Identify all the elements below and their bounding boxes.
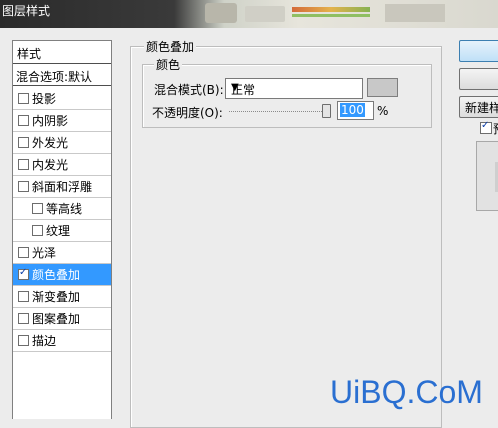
blend-mode-label: 混合模式(B): — [154, 83, 224, 97]
style-checkbox[interactable] — [18, 115, 29, 126]
style-item-contour[interactable]: 等高线 — [13, 198, 111, 220]
style-item-outer-glow[interactable]: 外发光 — [13, 132, 111, 154]
background-thumbnail — [385, 4, 445, 22]
blend-options-item[interactable]: 混合选项:默认 — [13, 65, 111, 86]
style-checkbox[interactable] — [18, 93, 29, 104]
group-title: 颜色 — [154, 56, 183, 73]
opacity-label: 不透明度(O): — [152, 106, 223, 120]
ok-button[interactable] — [459, 40, 498, 62]
title-bar: 图层样式 — [0, 0, 498, 28]
preview-checkbox[interactable] — [480, 120, 492, 134]
style-item-label: 颜色叠加 — [32, 268, 81, 282]
style-item-inner-shadow[interactable]: 内阴影 — [13, 110, 111, 132]
style-item-inner-glow[interactable]: 内发光 — [13, 154, 111, 176]
style-item-label: 渐变叠加 — [32, 290, 81, 304]
style-item-pattern-overlay[interactable]: 图案叠加 — [13, 308, 111, 330]
style-checkbox[interactable] — [18, 159, 29, 170]
blend-mode-select[interactable]: 正常 ▼ — [225, 78, 363, 99]
style-preview — [476, 141, 498, 211]
style-item-label: 纹理 — [46, 224, 71, 238]
opacity-value: 100 — [340, 103, 365, 117]
style-item-label: 图案叠加 — [32, 312, 81, 326]
style-item-bevel-emboss[interactable]: 斜面和浮雕 — [13, 176, 111, 198]
opacity-slider-track[interactable] — [229, 111, 328, 113]
style-checkbox[interactable] — [18, 291, 29, 302]
style-checkbox[interactable] — [18, 267, 29, 280]
background-thumbnail — [205, 3, 237, 23]
style-checkbox[interactable] — [18, 247, 29, 258]
style-item-label: 描边 — [32, 334, 57, 348]
new-style-button[interactable]: 新建样 — [459, 96, 498, 118]
preview-label: 预 — [493, 120, 498, 137]
cancel-button[interactable] — [459, 68, 498, 90]
style-checkbox[interactable] — [18, 137, 29, 148]
style-item-label: 投影 — [32, 92, 57, 106]
opacity-slider-handle[interactable] — [322, 104, 331, 118]
style-item-satin[interactable]: 光泽 — [13, 242, 111, 264]
site-watermark: UiBQ.CoM — [330, 374, 483, 410]
style-checkbox[interactable] — [18, 313, 29, 324]
background-thumbnail — [245, 6, 285, 22]
style-item-label: 斜面和浮雕 — [32, 180, 93, 194]
style-item-label: 等高线 — [46, 202, 83, 216]
styles-list: 样式 混合选项:默认 投影 内阴影 外发光 内发光 斜面和浮雕 等高线 纹理 光… — [12, 40, 112, 419]
overlay-color-swatch[interactable] — [367, 78, 398, 97]
style-checkbox[interactable] — [18, 335, 29, 346]
style-item-label: 光泽 — [32, 246, 57, 260]
window-title: 图层样式 — [2, 4, 51, 18]
background-color-bar — [292, 7, 370, 12]
style-item-drop-shadow[interactable]: 投影 — [13, 88, 111, 110]
style-item-label: 内阴影 — [32, 114, 69, 128]
style-item-color-overlay[interactable]: 颜色叠加 — [13, 264, 111, 286]
style-checkbox[interactable] — [32, 203, 43, 214]
style-checkbox[interactable] — [18, 181, 29, 192]
style-item-label: 外发光 — [32, 136, 69, 150]
new-style-label: 新建样 — [465, 101, 498, 115]
opacity-input[interactable]: 100 — [337, 101, 374, 120]
section-title: 颜色叠加 — [144, 38, 197, 55]
styles-header[interactable]: 样式 — [13, 41, 111, 64]
style-checkbox[interactable] — [32, 225, 43, 236]
style-item-stroke[interactable]: 描边 — [13, 330, 111, 352]
styles-header-label: 样式 — [17, 47, 42, 61]
style-item-gradient-overlay[interactable]: 渐变叠加 — [13, 286, 111, 308]
style-item-texture[interactable]: 纹理 — [13, 220, 111, 242]
blend-options-label: 混合选项:默认 — [16, 70, 93, 84]
opacity-unit: % — [377, 104, 389, 118]
chevron-down-icon: ▼ — [231, 82, 239, 93]
style-item-label: 内发光 — [32, 158, 69, 172]
background-color-bar — [292, 14, 370, 17]
